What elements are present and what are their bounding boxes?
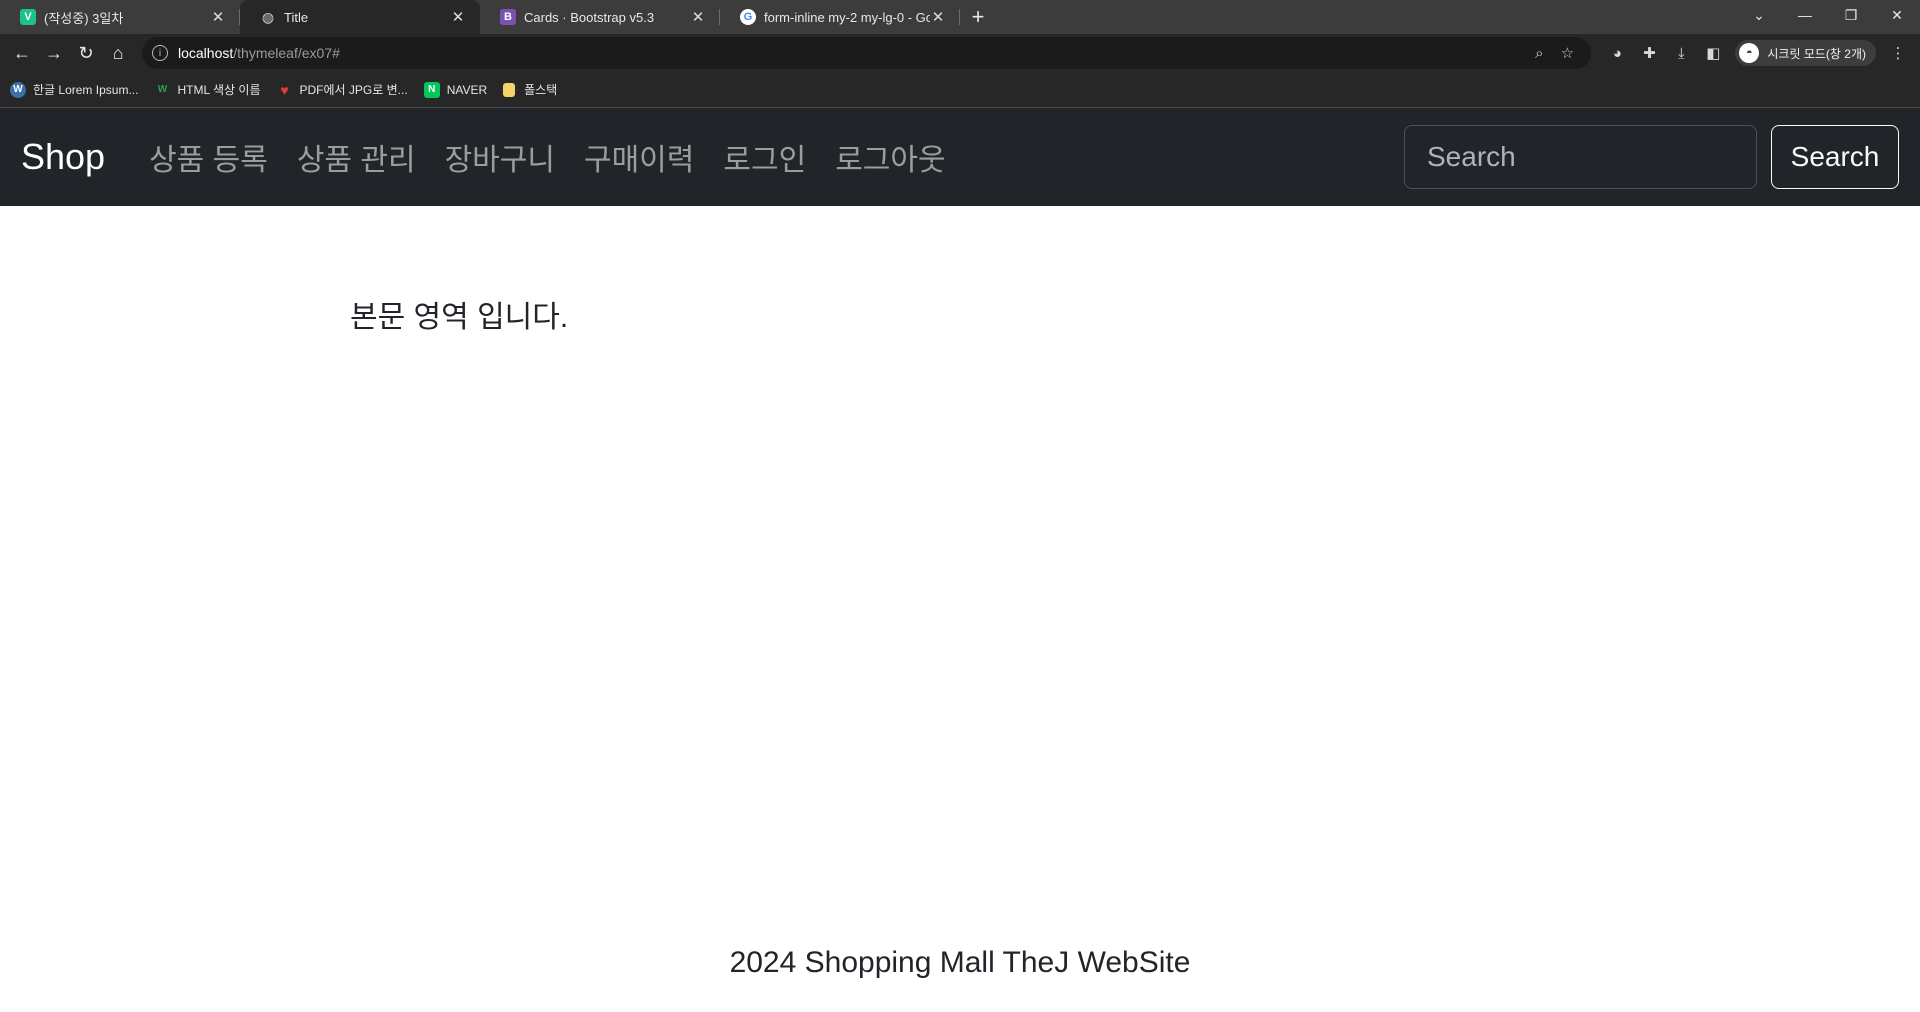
bookmark-star-icon[interactable]: ☆: [1553, 44, 1581, 62]
url-host: localhost: [178, 45, 234, 61]
browser-tab[interactable]: V (작성중) 3일차 ✕: [0, 0, 240, 34]
back-icon[interactable]: ←: [6, 37, 38, 69]
bookmark-item[interactable]: W HTML 색상 이름: [154, 81, 261, 98]
heart-icon: ♥: [280, 81, 289, 98]
nav-link-product-register[interactable]: 상품 등록: [149, 135, 268, 179]
reload-icon[interactable]: ↻: [70, 37, 102, 69]
tab-title: (작성중) 3일차: [44, 10, 124, 26]
download-icon[interactable]: ⤓: [1665, 37, 1697, 69]
tab-title: Title: [284, 9, 309, 25]
browser-tab[interactable]: G form-inline my-2 my-lg-0 - Go ✕: [720, 0, 960, 34]
new-tab-icon[interactable]: +: [960, 0, 996, 34]
side-panel-icon[interactable]: ◧: [1697, 37, 1729, 69]
menu-kebab-icon[interactable]: ⋮: [1882, 37, 1914, 69]
site-info-icon[interactable]: i: [152, 45, 168, 61]
search-button[interactable]: Search: [1771, 125, 1899, 189]
tab-title: Cards · Bootstrap v5.3: [524, 9, 655, 25]
nav-link-product-manage[interactable]: 상품 관리: [297, 135, 416, 179]
bookmark-label: 폴스택: [524, 83, 558, 97]
tab-separator: [959, 9, 960, 25]
w-icon: W: [157, 84, 168, 95]
bookmark-item[interactable]: 폴스택: [503, 81, 557, 98]
extension-avatar-icon[interactable]: ◕: [1601, 37, 1633, 69]
close-window-icon[interactable]: ✕: [1874, 0, 1920, 30]
main-content: 본문 영역 입니다.: [0, 206, 1920, 946]
bookmark-item[interactable]: ♥ PDF에서 JPG로 변...: [277, 81, 408, 98]
bookmarks-bar: W 한글 Lorem Ipsum... W HTML 색상 이름 ♥ PDF에서…: [0, 72, 1920, 108]
incognito-icon: ◓: [1739, 43, 1760, 63]
footer-text: 2024 Shopping Mall TheJ WebSite: [729, 946, 1191, 979]
globe-icon: ◍: [261, 8, 275, 25]
search-input[interactable]: [1404, 125, 1757, 189]
tab-title: form-inline my-2 my-lg-0 - Go: [764, 9, 930, 25]
bookmark-item[interactable]: N NAVER: [423, 81, 488, 98]
forward-icon[interactable]: →: [38, 37, 70, 69]
nav-link-logout[interactable]: 로그아웃: [835, 135, 945, 179]
bookmark-item[interactable]: W 한글 Lorem Ipsum...: [10, 81, 138, 98]
incognito-indicator[interactable]: ◓ 시크릿 모드(창 2개): [1735, 40, 1876, 66]
incognito-label: 시크릿 모드(창 2개): [1767, 46, 1866, 61]
address-bar[interactable]: i localhost /thymeleaf/ex07# ⌕ ☆: [142, 37, 1592, 69]
body-text: 본문 영역 입니다.: [350, 301, 569, 334]
folder-icon: [503, 82, 516, 97]
bootstrap-icon: B: [500, 9, 516, 25]
bookmark-label: PDF에서 JPG로 변...: [299, 83, 408, 97]
site-footer: 2024 Shopping Mall TheJ WebSite: [0, 946, 1920, 980]
minimize-icon[interactable]: —: [1782, 0, 1828, 30]
browser-tab-active[interactable]: ◍ Title ✕: [240, 0, 480, 34]
google-icon: G: [740, 9, 756, 25]
nav-link-login[interactable]: 로그인: [723, 135, 806, 179]
wordpress-icon: W: [10, 81, 26, 98]
nav-link-purchase-history[interactable]: 구매이력: [584, 135, 694, 179]
close-tab-icon[interactable]: ✕: [930, 8, 946, 26]
bookmark-label: 한글 Lorem Ipsum...: [33, 83, 139, 97]
close-tab-icon[interactable]: ✕: [450, 8, 466, 26]
site-navbar: Shop 상품 등록 상품 관리 장바구니 구매이력 로그인 로그아웃 Sear…: [0, 108, 1920, 206]
tab-search-icon[interactable]: ⌄: [1736, 0, 1782, 30]
naver-icon: N: [423, 81, 440, 98]
close-tab-icon[interactable]: ✕: [210, 8, 226, 26]
vlog-icon: V: [20, 9, 36, 25]
restore-icon[interactable]: ❐: [1828, 0, 1874, 30]
zoom-icon[interactable]: ⌕: [1525, 45, 1553, 62]
home-icon[interactable]: ⌂: [102, 37, 134, 69]
url-path: /thymeleaf/ex07#: [233, 45, 340, 61]
browser-tab[interactable]: B Cards · Bootstrap v5.3 ✕: [480, 0, 720, 34]
nav-link-cart[interactable]: 장바구니: [445, 135, 555, 179]
bookmark-label: HTML 색상 이름: [177, 83, 261, 97]
extensions-puzzle-icon[interactable]: ✚: [1633, 37, 1665, 69]
close-tab-icon[interactable]: ✕: [690, 8, 706, 26]
bookmark-label: NAVER: [446, 82, 488, 97]
browser-toolbar: ← → ↻ ⌂ i localhost /thymeleaf/ex07# ⌕ ☆…: [0, 34, 1920, 72]
brand-logo[interactable]: Shop: [21, 136, 105, 178]
browser-tab-strip: V (작성중) 3일차 ✕ ◍ Title ✕ B Cards · Bootst…: [0, 0, 1920, 34]
window-controls: ⌄ — ❐ ✕: [1736, 0, 1920, 34]
